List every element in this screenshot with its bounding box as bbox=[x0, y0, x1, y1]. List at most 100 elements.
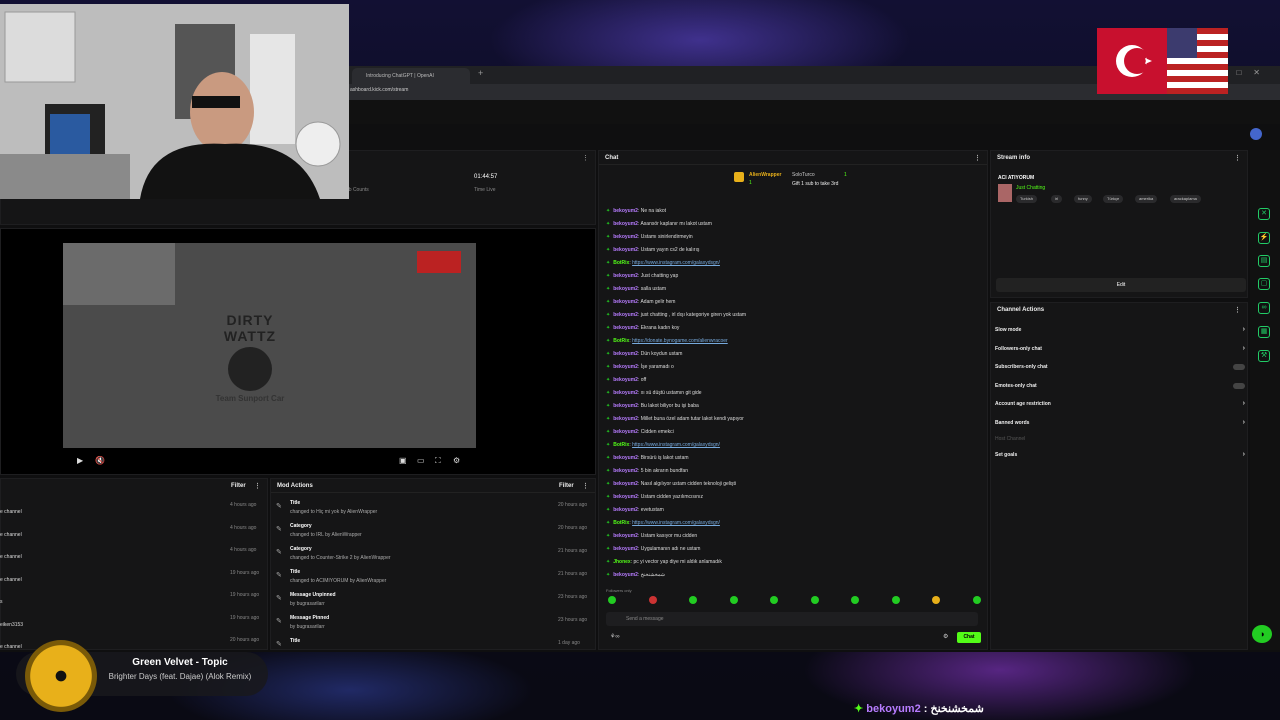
stream-tag[interactable]: Turkish bbox=[1016, 195, 1037, 203]
emote-icon[interactable] bbox=[932, 596, 940, 604]
chat-username[interactable]: bekoyum2 bbox=[613, 234, 638, 240]
badge-icon: ✦ bbox=[606, 442, 611, 448]
browser-tab[interactable]: Introducing ChatGPT | OpenAI bbox=[352, 68, 470, 84]
badge-icon: ✦ bbox=[606, 403, 611, 409]
rail-grid-icon[interactable]: ▦ bbox=[1258, 326, 1270, 338]
channel-action-banned-words[interactable]: Banned words › bbox=[995, 419, 1245, 426]
activity-time: 19 hours ago bbox=[230, 592, 260, 598]
chat-settings-icon[interactable]: ⚙ bbox=[943, 633, 948, 640]
emote-picker-icon[interactable]: ⚘∞ bbox=[610, 633, 620, 640]
rail-bolt-icon[interactable]: ⚡ bbox=[1258, 232, 1270, 244]
set-goals[interactable]: Set goals › bbox=[995, 451, 1245, 458]
rail-tool-icon[interactable]: ✕ bbox=[1258, 208, 1270, 220]
chat-username[interactable]: bekoyum2 bbox=[613, 247, 638, 253]
chat-message: ✦ bekoyum2: Ne na iakot bbox=[606, 208, 666, 214]
emote-icon[interactable] bbox=[810, 596, 819, 604]
stream-tag[interactable]: Türkçe bbox=[1103, 195, 1124, 203]
settings-icon[interactable]: ⚙ bbox=[453, 456, 460, 465]
emote-bar[interactable] bbox=[606, 596, 986, 608]
chat-input[interactable]: Send a message bbox=[606, 612, 978, 626]
mute-icon[interactable]: 🔇 bbox=[95, 456, 105, 465]
chat-username[interactable]: BotRix bbox=[613, 338, 629, 344]
chat-username[interactable]: bekoyum2 bbox=[613, 416, 638, 422]
channel-action-followers-only-chat[interactable]: Followers-only chat › bbox=[995, 345, 1245, 352]
url-text[interactable]: ashboard.kick.com/stream bbox=[350, 87, 408, 93]
chat-username[interactable]: bekoyum2 bbox=[613, 403, 638, 409]
rail-tools-icon[interactable]: ⚒ bbox=[1258, 350, 1270, 362]
chat-username[interactable]: bekoyum2 bbox=[613, 351, 638, 357]
menu-icon[interactable]: ⋮ bbox=[582, 154, 589, 162]
chat-send-button[interactable]: Chat bbox=[957, 632, 981, 643]
chat-username[interactable]: Jhonex bbox=[613, 559, 631, 565]
stream-tag[interactable]: irl bbox=[1051, 195, 1063, 203]
player-controls: ▶ 🔇 ▣ ▭ ⛶ ⚙ bbox=[63, 450, 476, 472]
emote-icon[interactable] bbox=[851, 596, 859, 604]
chat-username[interactable]: bekoyum2 bbox=[613, 390, 638, 396]
stream-tag[interactable]: funny bbox=[1074, 195, 1092, 203]
toggle-switch[interactable] bbox=[1233, 364, 1245, 371]
stream-tag[interactable]: amerika bbox=[1135, 195, 1158, 203]
chat-username[interactable]: bekoyum2 bbox=[613, 299, 638, 305]
rail-chat-icon[interactable]: ▢ bbox=[1258, 278, 1270, 290]
chat-username[interactable]: bekoyum2 bbox=[613, 208, 638, 214]
chat-username[interactable]: BotRix bbox=[613, 260, 629, 266]
emote-icon[interactable] bbox=[689, 596, 697, 604]
toggle-switch[interactable] bbox=[1233, 382, 1245, 389]
menu-icon[interactable]: ⋮ bbox=[582, 482, 589, 490]
filter-button[interactable]: Filter bbox=[559, 483, 574, 489]
pip-icon[interactable]: ▣ bbox=[399, 456, 407, 465]
chat-message-text[interactable]: https://www.instagram.com/galaxydsgn/ bbox=[632, 520, 720, 526]
fullscreen-icon[interactable]: ⛶ bbox=[435, 456, 441, 466]
chat-username[interactable]: bekoyum2 bbox=[613, 377, 638, 383]
menu-icon[interactable]: ⋮ bbox=[1234, 306, 1241, 314]
channel-action-account-age-restriction[interactable]: Account age restriction › bbox=[995, 400, 1245, 407]
chat-message-text: Nasıl algılıyor ustam cidden teknoloji g… bbox=[640, 481, 737, 487]
emote-icon[interactable] bbox=[608, 596, 616, 604]
filter-button[interactable]: Filter bbox=[231, 483, 246, 489]
emote-icon[interactable] bbox=[729, 596, 738, 604]
chat-message-text[interactable]: https://www.instagram.com/galaxydsgn/ bbox=[632, 442, 720, 448]
mod-action-title: Category bbox=[290, 523, 312, 529]
badge-icon: ✦ bbox=[606, 377, 611, 383]
chat-username[interactable]: bekoyum2 bbox=[613, 507, 638, 513]
emote-icon[interactable] bbox=[770, 596, 778, 604]
chat-username[interactable]: bekoyum2 bbox=[613, 364, 638, 370]
chat-username[interactable]: bekoyum2 bbox=[613, 455, 638, 461]
theatre-icon[interactable]: ▭ bbox=[417, 456, 425, 465]
play-icon[interactable]: ▶ bbox=[77, 456, 83, 465]
chat-message-text[interactable]: https://donate.bynogame.com/alienwracoer bbox=[632, 338, 728, 344]
chat-username[interactable]: bekoyum2 bbox=[613, 312, 638, 318]
category-name[interactable]: Just Chatting bbox=[1016, 185, 1045, 191]
channel-action-emotes-only-chat[interactable]: Emotes-only chat bbox=[995, 382, 1245, 389]
new-tab-icon[interactable]: + bbox=[478, 68, 483, 78]
chat-username[interactable]: bekoyum2 bbox=[613, 286, 638, 292]
emote-icon[interactable] bbox=[648, 596, 657, 604]
chat-username[interactable]: bekoyum2 bbox=[613, 481, 638, 487]
chat-username[interactable]: bekoyum2 bbox=[613, 325, 638, 331]
chat-username[interactable]: bekoyum2 bbox=[613, 494, 638, 500]
stream-tag[interactable]: arackaplama bbox=[1170, 195, 1201, 203]
pinned-gift-banner[interactable]: AlienWrapper 1 SoloTurco 1 Gift 1 sub to… bbox=[734, 170, 894, 194]
menu-icon[interactable]: ⋮ bbox=[974, 154, 981, 162]
chat-username[interactable]: BotRix bbox=[613, 520, 629, 526]
chat-username[interactable]: bekoyum2 bbox=[613, 546, 638, 552]
chat-username[interactable]: bekoyum2 bbox=[613, 273, 638, 279]
chat-username[interactable]: bekoyum2 bbox=[613, 533, 638, 539]
menu-icon[interactable]: ⋮ bbox=[254, 482, 261, 490]
channel-action-slow-mode[interactable]: Slow mode › bbox=[995, 326, 1245, 333]
rail-link-icon[interactable]: ∞ bbox=[1258, 302, 1270, 314]
edit-button[interactable]: Edit bbox=[996, 278, 1246, 292]
emote-icon[interactable] bbox=[891, 596, 900, 604]
emote-icon[interactable] bbox=[972, 596, 981, 604]
chat-username[interactable]: bekoyum2 bbox=[613, 572, 638, 578]
chat-username[interactable]: bekoyum2 bbox=[613, 429, 638, 435]
menu-icon[interactable]: ⋮ bbox=[1234, 154, 1241, 162]
chat-username[interactable]: bekoyum2 bbox=[613, 221, 638, 227]
avatar[interactable] bbox=[1250, 128, 1262, 140]
chat-username[interactable]: bekoyum2 bbox=[613, 468, 638, 474]
kick-logo-icon[interactable]: ◑ bbox=[1252, 625, 1272, 643]
channel-action-subscribers-only-chat[interactable]: Subscribers-only chat bbox=[995, 364, 1245, 371]
rail-doc-icon[interactable]: ▤ bbox=[1258, 255, 1270, 267]
chat-username[interactable]: BotRix bbox=[613, 442, 629, 448]
chat-message-text[interactable]: https://www.instagram.com/galaxydsgn/ bbox=[632, 260, 720, 266]
